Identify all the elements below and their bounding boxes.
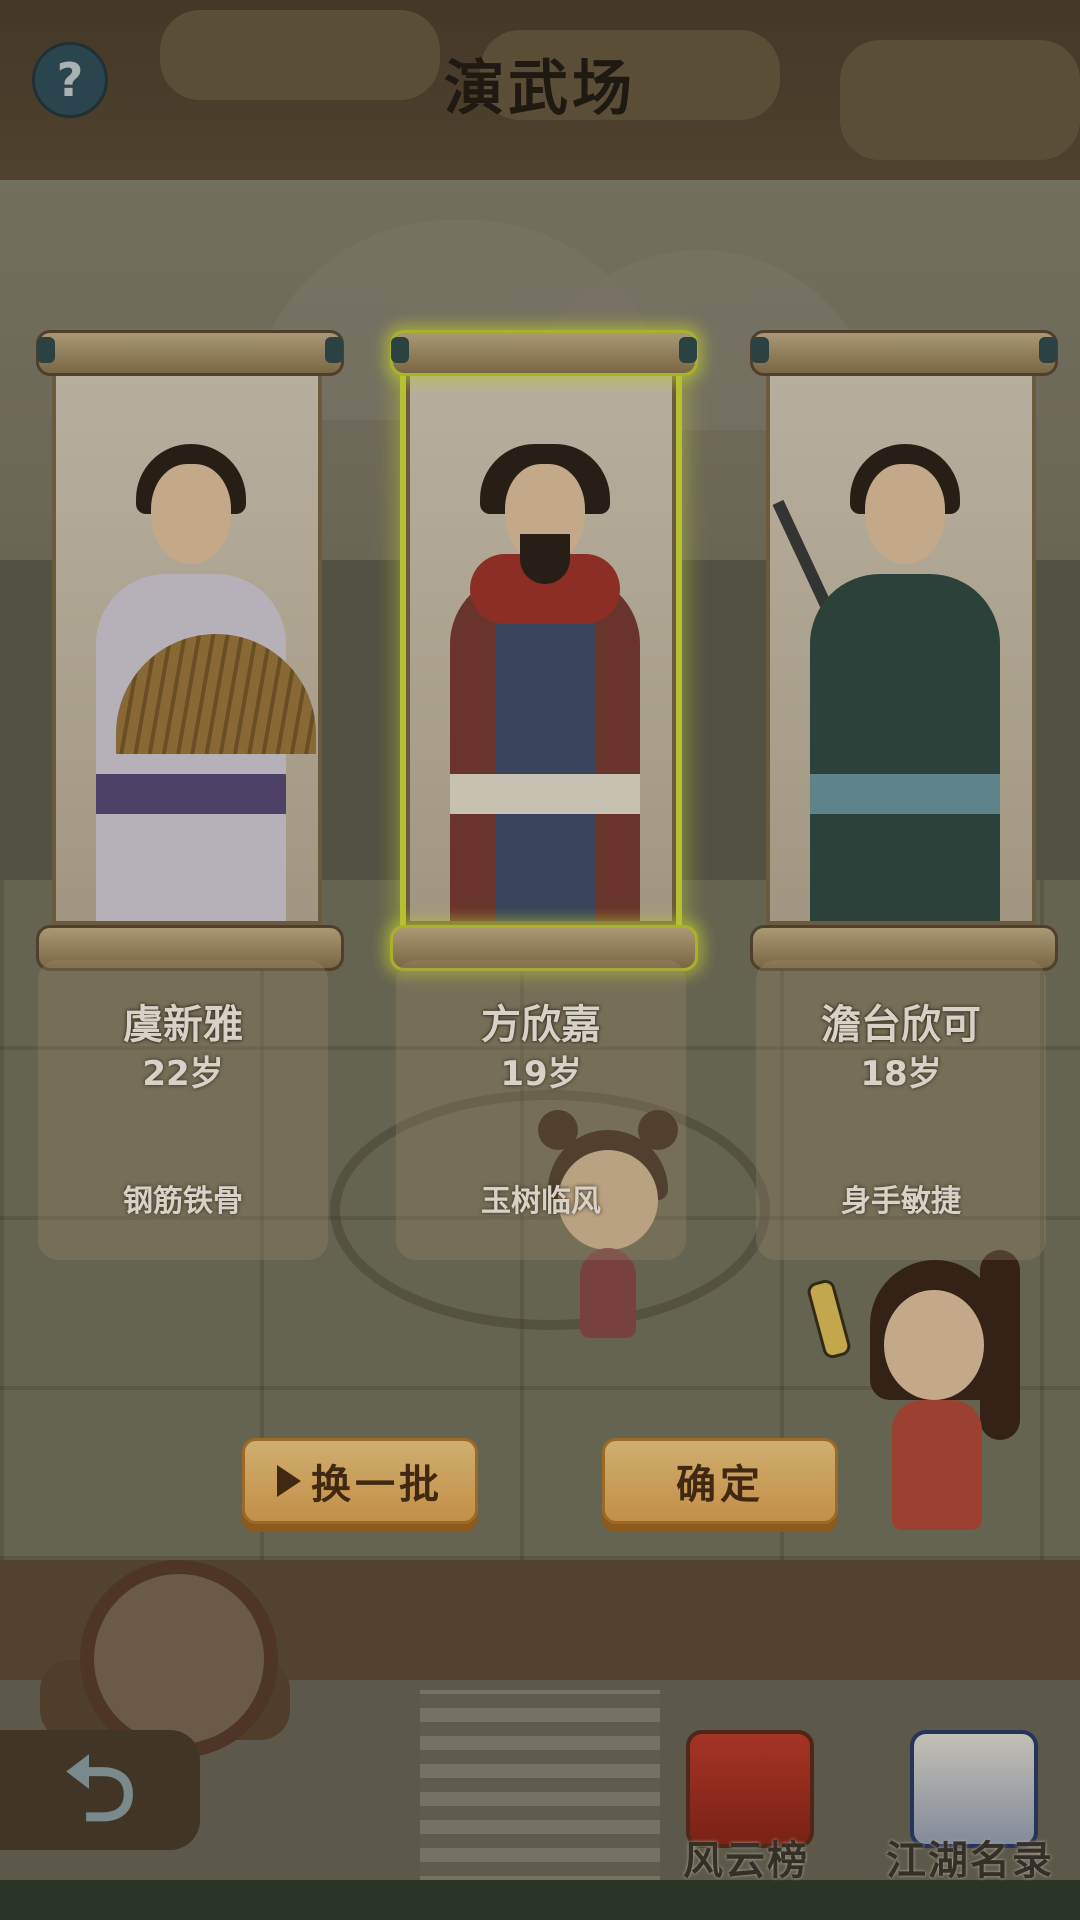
- ranking-nav-button[interactable]: 风云榜: [656, 1720, 836, 1900]
- scroll-roller-top: [750, 330, 1058, 376]
- candidate-portrait: [406, 370, 676, 925]
- confirm-label: 确定: [676, 1462, 764, 1508]
- candidate-portrait: [52, 370, 322, 925]
- refresh-batch-button[interactable]: 换一批: [242, 1438, 478, 1524]
- candidate-trait: 玉树临风: [481, 1184, 601, 1219]
- directory-nav-button[interactable]: 江湖名录: [880, 1720, 1060, 1900]
- candidate-name: 虞新雅: [123, 1002, 243, 1048]
- ranking-nav-label: 风云榜: [683, 1838, 809, 1884]
- candidate-trait: 身手敏捷: [841, 1184, 961, 1219]
- candidate-age: 22岁: [142, 1054, 224, 1094]
- scroll-roller-top: [36, 330, 344, 376]
- candidate-age: 19岁: [500, 1054, 582, 1094]
- back-button[interactable]: ⮌: [0, 1730, 200, 1850]
- candidate-portrait: [766, 370, 1036, 925]
- stairs: [420, 1690, 660, 1890]
- scroll-roller-top: [390, 330, 698, 376]
- drum: [80, 1560, 278, 1758]
- candidate-card-2[interactable]: [390, 330, 698, 971]
- candidate-trait: 钢筋铁骨: [123, 1184, 243, 1219]
- back-arrow-icon: ⮌: [63, 1737, 137, 1842]
- refresh-batch-label: 换一批: [311, 1462, 443, 1508]
- confirm-button[interactable]: 确定: [602, 1438, 838, 1524]
- candidate-age: 18岁: [860, 1054, 942, 1094]
- page-title: 演武场: [444, 54, 636, 124]
- candidate-name: 方欣嘉: [481, 1002, 601, 1048]
- candidate-card-1[interactable]: [36, 330, 344, 971]
- candidate-name: 澹台欣可: [821, 1002, 981, 1048]
- directory-nav-label: 江湖名录: [886, 1838, 1054, 1884]
- play-icon: [277, 1465, 301, 1497]
- candidate-card-3[interactable]: [750, 330, 1058, 971]
- top-bar: ? 演武场: [0, 0, 1080, 180]
